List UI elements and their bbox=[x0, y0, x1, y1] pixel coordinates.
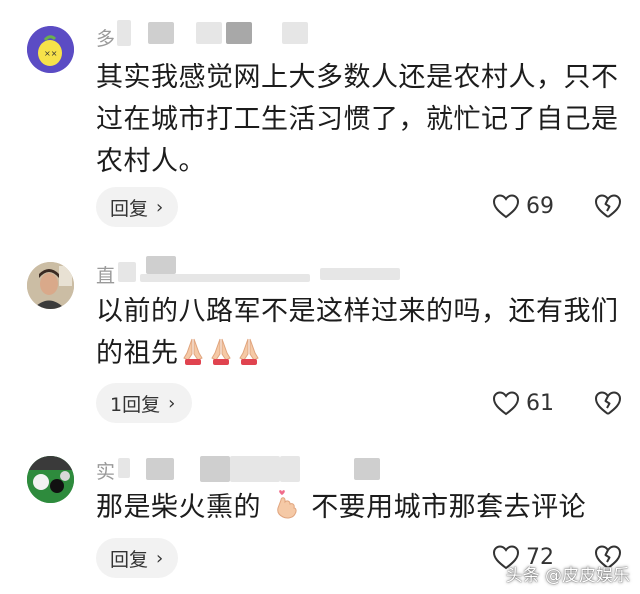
heart-icon bbox=[492, 391, 520, 416]
reply-button[interactable]: 回复 › bbox=[96, 538, 178, 578]
svg-text:××: ×× bbox=[44, 49, 57, 58]
chevron-right-icon: › bbox=[156, 547, 164, 569]
comment-text-after: 不要用城市那套去评论 bbox=[311, 492, 587, 523]
chevron-right-icon: › bbox=[156, 196, 164, 218]
reply-label: 1回复 bbox=[110, 393, 161, 416]
blurred-username bbox=[148, 22, 174, 44]
comment-text-before: 那是柴火熏的 bbox=[96, 492, 261, 523]
avatar[interactable]: ×× bbox=[27, 26, 74, 73]
avatar[interactable] bbox=[27, 456, 74, 503]
blurred-username bbox=[118, 262, 136, 282]
reply-label: 回复 bbox=[110, 197, 149, 220]
watermark: 头条 @皮皮娱乐 bbox=[505, 566, 630, 586]
like-button[interactable]: 69 bbox=[492, 193, 554, 219]
reply-button[interactable]: 回复 › bbox=[96, 187, 178, 227]
blurred-username bbox=[146, 458, 174, 480]
blurred-username bbox=[117, 20, 131, 46]
blurred-username bbox=[280, 456, 300, 482]
username[interactable]: 直 bbox=[96, 261, 115, 288]
like-button[interactable]: 61 bbox=[492, 390, 554, 416]
comment-text: 以前的八路军不是这样过来的吗，还有我们的祖先 bbox=[96, 291, 626, 375]
like-count: 61 bbox=[526, 390, 554, 416]
blurred-username bbox=[282, 22, 308, 44]
broken-heart-icon[interactable] bbox=[594, 193, 622, 219]
broken-heart-icon[interactable] bbox=[594, 390, 622, 416]
blurred-username bbox=[320, 268, 400, 280]
reply-label: 回复 bbox=[110, 548, 149, 571]
username[interactable]: 多 bbox=[96, 24, 115, 51]
finger-heart-icon bbox=[270, 490, 302, 523]
comment-text-main: 以前的八路军不是这样过来的吗，还有我们的祖先 bbox=[96, 296, 619, 369]
folded-hands-icon bbox=[179, 338, 263, 369]
reply-button[interactable]: 1回复 › bbox=[96, 383, 192, 423]
avatar[interactable] bbox=[27, 262, 74, 309]
username[interactable]: 实 bbox=[96, 457, 115, 484]
blurred-username bbox=[118, 458, 130, 478]
comment-text: 其实我感觉网上大多数人还是农村人，只不过在城市打工生活习惯了，就忙记了自己是农村… bbox=[96, 62, 619, 177]
chevron-right-icon: › bbox=[168, 392, 176, 414]
comment-text: 那是柴火熏的 不要用城市那套去评论 bbox=[96, 486, 626, 529]
blurred-username bbox=[226, 22, 252, 44]
like-count: 69 bbox=[526, 193, 554, 219]
blurred-username bbox=[196, 22, 222, 44]
blurred-username bbox=[140, 274, 310, 282]
heart-icon bbox=[492, 194, 520, 219]
blurred-username bbox=[354, 458, 380, 480]
blurred-username bbox=[230, 456, 280, 482]
blurred-username bbox=[146, 256, 176, 274]
blurred-username bbox=[200, 456, 230, 482]
